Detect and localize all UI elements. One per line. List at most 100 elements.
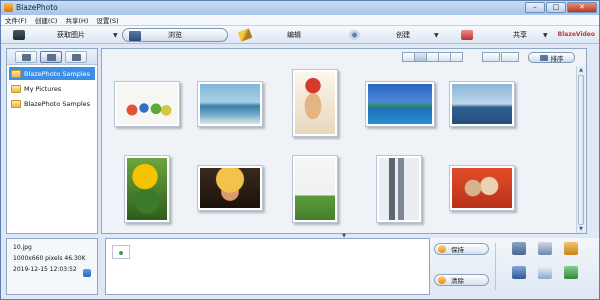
photo-teddy-bears	[452, 168, 512, 208]
vertical-scrollbar[interactable]: ▲ ▼	[576, 66, 585, 233]
save-label: 保持	[451, 246, 464, 254]
rotate-icon[interactable]	[83, 269, 91, 277]
thumbnail-harbor-boat[interactable]	[449, 81, 515, 127]
photo-beach-swing	[200, 84, 260, 124]
tab-calendar[interactable]	[65, 51, 87, 63]
scroll-down-arrow-icon[interactable]: ▼	[577, 225, 585, 233]
photo-santa-kid	[295, 72, 335, 134]
folder-icon	[11, 69, 21, 78]
browse-button[interactable]: 浏览	[122, 28, 228, 42]
photo-tree-field	[295, 158, 335, 220]
file-dimensions: 1000x660 pixels 46.30K	[13, 255, 86, 262]
clear-label: 清除	[451, 277, 464, 285]
main-toolbar: 获取图片 ▼ 浏览 编辑 创建 ▼ 共享 ▼ BlazeVideo	[1, 26, 599, 44]
action-panel: 保持 清除	[430, 238, 599, 295]
app-icon	[4, 3, 13, 12]
maximize-button[interactable]: □	[546, 2, 566, 13]
sort-button[interactable]: 排序	[528, 52, 575, 63]
photo-skyscrapers	[379, 158, 419, 220]
calendar-tab-icon	[71, 53, 81, 61]
get-photos-button[interactable]: 获取图片 ▼	[13, 28, 118, 42]
share-button[interactable]: 共享 ▼	[461, 28, 548, 42]
tab-albums[interactable]	[40, 51, 62, 63]
close-button[interactable]: ✕	[567, 2, 597, 13]
zoom-out-button[interactable]	[482, 52, 500, 62]
edit-button[interactable]: 编辑	[237, 28, 301, 42]
menu-bar: 文件(F) 创建(C) 共享(H) 设置(S)	[1, 15, 599, 26]
thumbnail-girl-hat[interactable]	[197, 165, 263, 211]
edit-label: 编辑	[287, 31, 301, 39]
folder-item-my-pictures[interactable]: My Pictures	[9, 82, 95, 95]
thumbnail-beach-swing[interactable]	[197, 81, 263, 127]
view-mode-group	[402, 52, 463, 62]
pencil-icon	[237, 28, 253, 42]
menu-create[interactable]: 创建(C)	[35, 15, 58, 25]
photo-sunflower-kid	[127, 158, 167, 220]
disc-icon	[349, 30, 360, 40]
eraser-icon	[438, 276, 446, 284]
sort-icon	[539, 54, 548, 61]
menu-settings[interactable]: 设置(S)	[96, 15, 118, 25]
folder-panel-tabs	[7, 49, 97, 65]
thumbnail-sunflower-kid[interactable]	[124, 155, 170, 223]
get-photos-label: 获取图片	[57, 31, 85, 39]
burn-disc-icon[interactable]	[538, 242, 552, 255]
zoom-in-button[interactable]	[501, 52, 519, 62]
thumbnail-tree-field[interactable]	[292, 155, 338, 223]
file-name: 10.jpg	[13, 244, 32, 251]
folder-icon	[11, 84, 21, 93]
file-info-panel: 10.jpg 1000x660 pixels 46.30K 2019-12-15…	[6, 238, 98, 295]
web-share-icon[interactable]	[512, 266, 526, 279]
share-icon	[461, 30, 473, 40]
thumbnail-skyscrapers[interactable]	[376, 155, 422, 223]
chevron-down-icon: ▼	[434, 31, 439, 39]
slideshow-icon[interactable]	[564, 266, 578, 279]
thumbnail-easter-eggs[interactable]	[114, 81, 180, 127]
chevron-down-icon: ▼	[113, 31, 118, 39]
tab-folders[interactable]	[15, 51, 37, 63]
tray-photo	[114, 247, 128, 257]
email-icon[interactable]	[538, 266, 552, 279]
menu-file[interactable]: 文件(F)	[5, 15, 27, 25]
window-title: BlazePhoto	[16, 3, 58, 12]
chevron-down-icon: ▼	[543, 31, 548, 39]
folder-tab-icon	[21, 53, 31, 61]
thumbnail-santa-kid[interactable]	[292, 69, 338, 137]
folder-item-blazephoto-samples[interactable]: BlazePhoto Samples	[9, 67, 95, 80]
export-icon[interactable]	[564, 242, 578, 255]
folder-label: BlazePhoto Samples	[24, 99, 91, 108]
selection-tray	[105, 238, 430, 295]
tray-thumbnail[interactable]	[112, 245, 130, 259]
window-controls: – □ ✕	[525, 2, 597, 13]
photo-girl-hat	[200, 168, 260, 208]
view-filmstrip-button[interactable]	[450, 52, 463, 62]
minimize-button[interactable]: –	[525, 2, 545, 13]
photo-ocean-island	[368, 84, 432, 124]
camera-icon	[13, 30, 25, 40]
brand-logo[interactable]: BlazeVideo	[558, 31, 595, 38]
save-button[interactable]: 保持	[434, 243, 489, 255]
folder-icon	[11, 99, 21, 108]
clear-button[interactable]: 清除	[434, 274, 489, 286]
album-tab-icon	[46, 53, 56, 61]
folder-item-blazephoto-samples-2[interactable]: BlazePhoto Samples	[9, 97, 95, 110]
divider	[495, 243, 496, 290]
create-button[interactable]: 创建 ▼	[349, 28, 439, 42]
folder-label: BlazePhoto Samples	[24, 69, 91, 78]
photo-harbor-boat	[452, 84, 512, 124]
title-bar[interactable]: BlazePhoto – □ ✕	[1, 1, 599, 15]
menu-share[interactable]: 共享(H)	[65, 15, 88, 25]
thumbnail-teddy-bears[interactable]	[449, 165, 515, 211]
browse-label: 浏览	[168, 31, 182, 39]
photo-easter-eggs	[117, 84, 177, 124]
sort-label: 排序	[550, 54, 564, 63]
zoom-group	[482, 52, 519, 62]
print-icon[interactable]	[512, 242, 526, 255]
scroll-thumb[interactable]	[578, 75, 584, 225]
file-datetime: 2019-12-15 12:03:52	[13, 266, 77, 273]
app-window: BlazePhoto – □ ✕ 文件(F) 创建(C) 共享(H) 设置(S)…	[0, 0, 600, 300]
folder-label: My Pictures	[24, 84, 62, 93]
scroll-up-arrow-icon[interactable]: ▲	[577, 66, 585, 74]
browse-icon	[129, 31, 141, 41]
thumbnail-ocean-island[interactable]	[365, 81, 435, 127]
